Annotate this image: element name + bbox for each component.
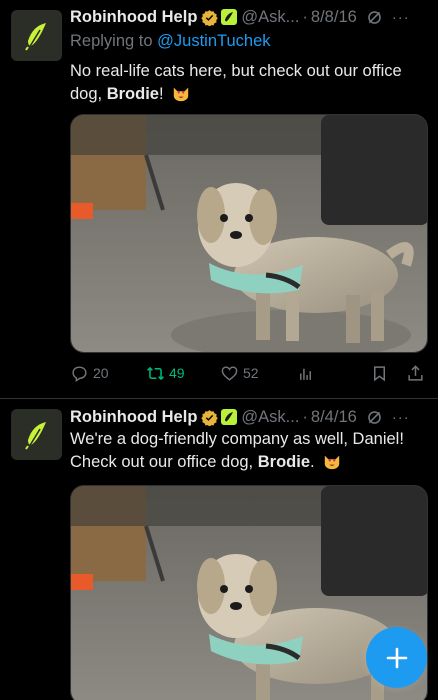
tweet-text: No real-life cats here, but check out ou… (70, 60, 430, 106)
retweet-count: 49 (169, 365, 185, 381)
tweet-actions: 20 49 52 (70, 361, 428, 385)
tweet-header: Robinhood Help @Ask... · 8/4/16 ··· (70, 406, 430, 428)
separator: · (302, 7, 308, 26)
tweet[interactable]: Robinhood Help @Ask... · 8/8/16 ··· Repl… (0, 0, 438, 398)
handle[interactable]: @Ask... (241, 408, 299, 427)
share-icon (408, 364, 423, 381)
tweet-text-bold: Brodie (106, 85, 159, 103)
views-icon (299, 368, 312, 380)
affiliate-badge-icon[interactable] (221, 409, 238, 425)
views-button[interactable] (296, 361, 315, 385)
tweet-text-part: . (310, 453, 315, 471)
tweet-text-bold: Brodie (257, 453, 310, 471)
bookmark-icon (373, 365, 386, 381)
replying-to-mention[interactable]: @JustinTuchek (157, 32, 270, 50)
more-icon[interactable]: ··· (392, 409, 410, 426)
tweet-photo[interactable] (70, 114, 428, 353)
replying-to: Replying to @JustinTuchek (70, 32, 271, 51)
bookmark-button[interactable] (370, 361, 389, 385)
retweet-icon (147, 366, 164, 380)
display-name[interactable]: Robinhood Help (70, 8, 197, 27)
robinhood-feather-logo-icon (24, 421, 46, 450)
reply-button[interactable]: 20 (70, 361, 109, 385)
office-dog-photo (71, 115, 427, 352)
avatar[interactable] (11, 409, 62, 460)
retweet-button[interactable]: 49 (146, 361, 185, 385)
robinhood-feather-logo-icon (24, 22, 46, 51)
reply-count: 20 (93, 365, 109, 381)
like-count: 52 (243, 365, 259, 381)
verified-badge-icon[interactable] (201, 9, 219, 26)
handle[interactable]: @Ask... (241, 8, 299, 27)
display-name[interactable]: Robinhood Help (70, 408, 197, 427)
heart-icon (221, 365, 238, 381)
tweet-text-part: ! (158, 85, 164, 103)
tweet-date[interactable]: 8/4/16 (311, 408, 357, 427)
tweet-text-part: We're a dog-friendly company as well, Da… (70, 430, 404, 471)
grok-icon[interactable] (366, 409, 383, 426)
like-button[interactable]: 52 (220, 361, 259, 385)
tweet-text: We're a dog-friendly company as well, Da… (70, 428, 430, 474)
heart-eyes-cat-emoji-icon (324, 455, 340, 470)
plus-icon (386, 647, 407, 668)
more-icon[interactable]: ··· (392, 9, 410, 26)
compose-button[interactable] (366, 627, 427, 688)
affiliate-badge-icon[interactable] (221, 9, 238, 25)
grok-icon[interactable] (366, 9, 383, 26)
heart-eyes-cat-emoji-icon (173, 87, 189, 102)
verified-badge-icon[interactable] (201, 409, 219, 426)
replying-prefix: Replying to (70, 32, 158, 50)
tweet-header: Robinhood Help @Ask... · 8/8/16 ··· (70, 6, 430, 28)
avatar[interactable] (11, 10, 62, 61)
separator: · (302, 407, 308, 426)
share-button[interactable] (406, 361, 425, 385)
tweet-date[interactable]: 8/8/16 (311, 8, 357, 27)
reply-icon (72, 365, 87, 382)
